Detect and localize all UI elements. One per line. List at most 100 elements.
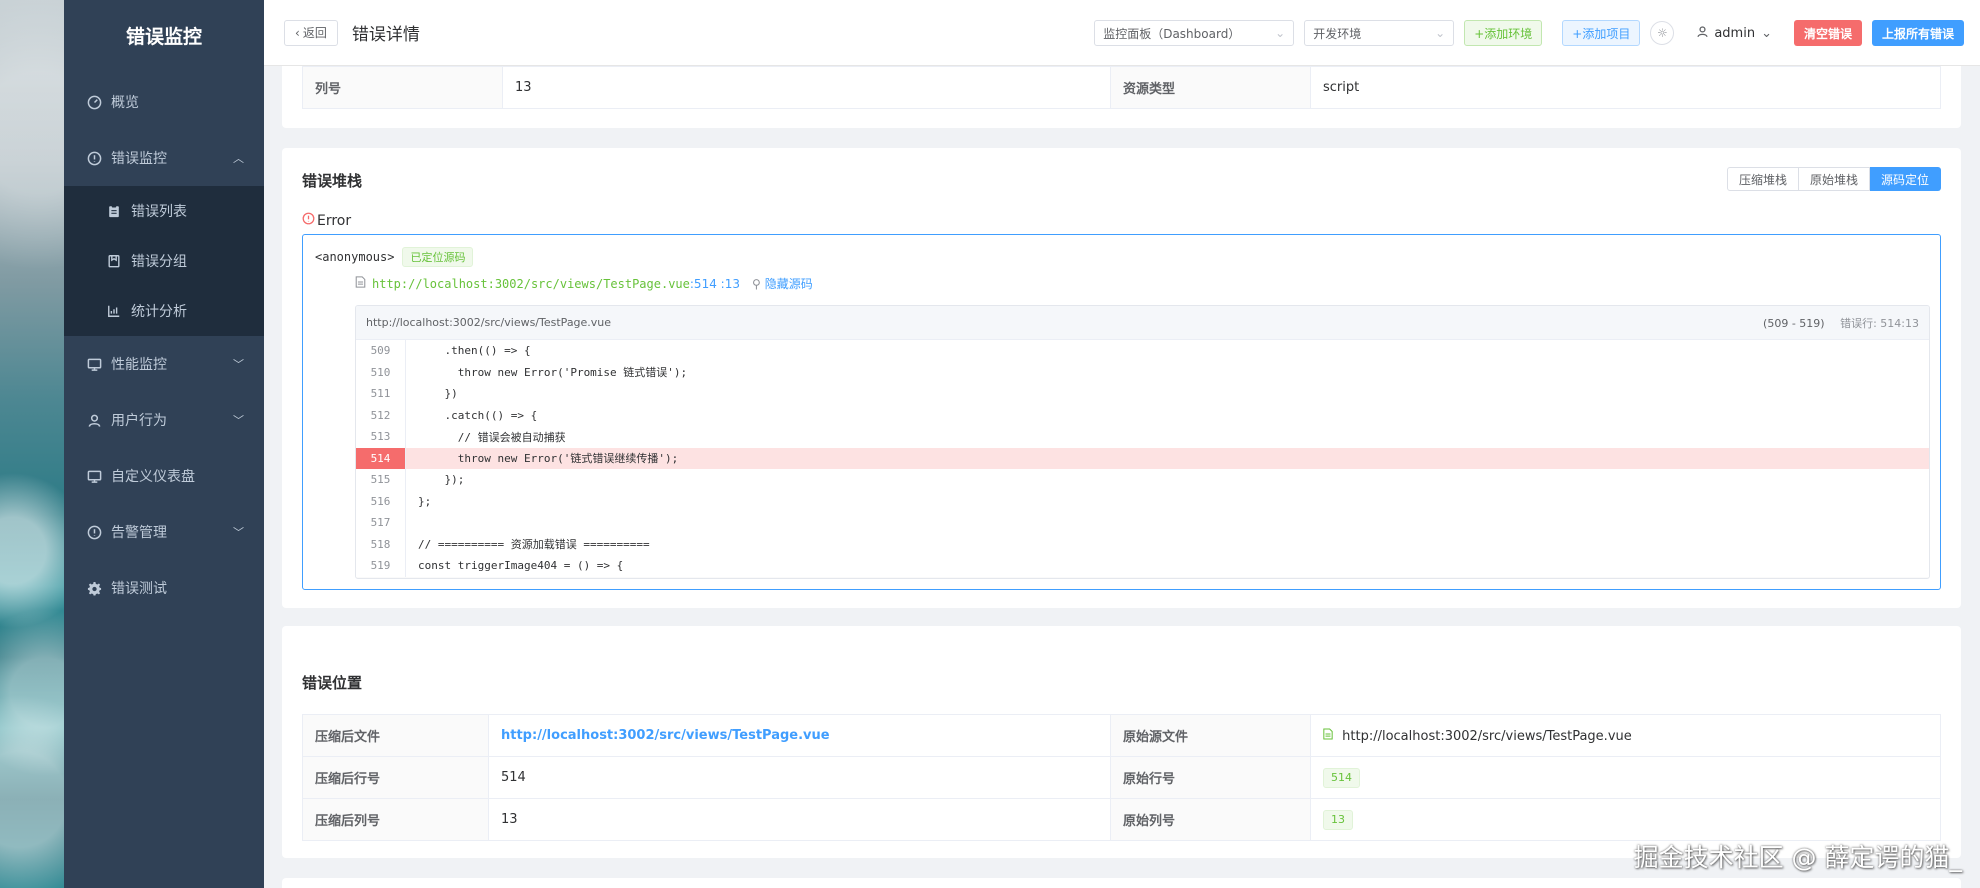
error-info-card: 列号 13 资源类型 script bbox=[282, 66, 1961, 128]
line-source: .catch(() => { bbox=[418, 408, 538, 422]
environment-select-value: 开发环境 bbox=[1313, 26, 1362, 41]
error-info-table: 列号 13 资源类型 script bbox=[302, 66, 1941, 109]
code-line: 516}; bbox=[356, 490, 1929, 512]
code-line: 512 .catch(() => { bbox=[356, 404, 1929, 426]
line-number: 519 bbox=[356, 555, 406, 577]
chevron-down-icon: ﹀ bbox=[233, 358, 244, 371]
sidebar-item-alerts[interactable]: 告警管理 ﹀ bbox=[64, 504, 264, 560]
sidebar-item-label: 告警管理 bbox=[111, 525, 167, 541]
line-number: 517 bbox=[356, 512, 406, 534]
line-number: 514 bbox=[356, 447, 406, 469]
file-icon bbox=[1323, 728, 1333, 744]
sidebar-item-overview[interactable]: 概览 bbox=[64, 74, 264, 130]
sidebar-item-label: 错误测试 bbox=[111, 581, 167, 597]
next-card bbox=[282, 878, 1961, 888]
line-source: throw new Error('链式错误继续传播'); bbox=[418, 452, 679, 466]
sidebar-item-error-list[interactable]: 错误列表 bbox=[64, 186, 264, 236]
add-project-button[interactable]: +添加项目 bbox=[1562, 20, 1641, 46]
stack-frame-location: http://localhost:3002/src/views/TestPage… bbox=[355, 275, 813, 292]
line-number: 516 bbox=[356, 490, 406, 512]
monitor-icon bbox=[86, 356, 102, 372]
sun-icon: ☼ bbox=[1656, 26, 1668, 40]
minified-line-value: 514 bbox=[488, 756, 1111, 799]
header-actions: 监控面板（Dashboard） ⌄ 开发环境 ⌄ +添加环境 +添加项目 ☼ a… bbox=[1094, 0, 1980, 66]
code-line: 519 const triggerImage404 = () => { bbox=[356, 555, 1929, 577]
sidebar-item-statistics[interactable]: 统计分析 bbox=[64, 286, 264, 336]
minified-file-label: 压缩后文件 bbox=[302, 714, 489, 757]
stack-view-tabs: 压缩堆栈 原始堆栈 源码定位 bbox=[1726, 167, 1941, 191]
sidebar-item-label: 概览 bbox=[111, 95, 139, 111]
minified-file-cell: http://localhost:3002/src/views/TestPage… bbox=[488, 714, 1111, 757]
resource-type-label: 资源类型 bbox=[1110, 66, 1311, 109]
chevron-down-icon: ⌄ bbox=[1275, 26, 1286, 40]
minified-column-label: 压缩后列号 bbox=[302, 798, 489, 841]
sidebar-item-error-test[interactable]: 错误测试 bbox=[64, 560, 264, 616]
original-file-value: http://localhost:3002/src/views/TestPage… bbox=[1342, 728, 1632, 744]
sidebar-item-performance[interactable]: 性能监控 ﹀ bbox=[64, 336, 264, 392]
sidebar-item-error-monitor[interactable]: 错误监控 ︿ bbox=[64, 130, 264, 186]
resource-type-value: script bbox=[1310, 66, 1941, 109]
tab-raw-stack[interactable]: 原始堆栈 bbox=[1798, 167, 1870, 191]
page-title: 错误详情 bbox=[351, 25, 420, 45]
line-source: throw new Error('Promise 链式错误'); bbox=[418, 366, 688, 380]
original-file-cell: http://localhost:3002/src/views/TestPage… bbox=[1310, 714, 1941, 757]
chevron-down-icon: ﹀ bbox=[233, 526, 244, 539]
original-column-cell: 13 bbox=[1310, 798, 1941, 841]
back-button[interactable]: ‹ 返回 bbox=[284, 19, 338, 46]
add-environment-button[interactable]: +添加环境 bbox=[1464, 20, 1543, 46]
code-line: 515 }); bbox=[356, 469, 1929, 491]
tab-source-location[interactable]: 源码定位 bbox=[1869, 167, 1941, 191]
report-all-errors-button[interactable]: 上报所有错误 bbox=[1871, 20, 1964, 46]
minified-file-link[interactable]: http://localhost:3002/src/views/TestPage… bbox=[501, 728, 830, 743]
error-circle-icon bbox=[302, 212, 315, 229]
frame-url-link[interactable]: http://localhost:3002/src/views/TestPage… bbox=[372, 277, 690, 291]
error-location-card: 错误位置 压缩后文件 http://localhost:3002/src/vie… bbox=[282, 626, 1961, 858]
hide-source-link[interactable]: 隐藏源码 bbox=[765, 275, 813, 292]
stack-frame-header: <anonymous> 已定位源码 bbox=[315, 247, 474, 267]
folder-icon bbox=[106, 253, 122, 269]
chevron-down-icon: ⌄ bbox=[1761, 25, 1772, 41]
dashboard-select[interactable]: 监控面板（Dashboard） ⌄ bbox=[1094, 20, 1295, 46]
line-source: // ========== 资源加载错误 ========== bbox=[418, 538, 650, 552]
code-line: 509 .then(() => { bbox=[356, 340, 1929, 362]
sidebar-item-label: 性能监控 bbox=[111, 357, 167, 373]
line-number: 512 bbox=[356, 404, 406, 426]
sidebar-item-custom-dashboard[interactable]: 自定义仪表盘 bbox=[64, 448, 264, 504]
source-code-lines: 509 .then(() => { 510 throw new Error('P… bbox=[356, 340, 1929, 577]
code-line: 511 }) bbox=[356, 383, 1929, 405]
original-line-label: 原始行号 bbox=[1110, 756, 1311, 799]
line-range: (509 - 519) bbox=[1763, 316, 1825, 330]
sidebar-item-label: 统计分析 bbox=[131, 304, 187, 320]
chevron-left-icon: ‹ bbox=[295, 25, 300, 40]
file-icon bbox=[355, 276, 366, 291]
tab-compressed-stack[interactable]: 压缩堆栈 bbox=[1726, 167, 1799, 191]
clear-errors-button[interactable]: 清空错误 bbox=[1793, 20, 1862, 46]
link-icon: ⚲ bbox=[751, 276, 761, 291]
gear-icon bbox=[86, 580, 102, 596]
line-source: // 错误会被自动捕获 bbox=[418, 430, 566, 444]
sidebar-item-user-behavior[interactable]: 用户行为 ﹀ bbox=[64, 392, 264, 448]
location-title: 错误位置 bbox=[302, 674, 363, 692]
clipboard-icon bbox=[106, 203, 122, 219]
error-stack-card: 错误堆栈 压缩堆栈 原始堆栈 源码定位 Error <anonymous> 已定… bbox=[282, 148, 1961, 608]
original-file-label: 原始源文件 bbox=[1110, 714, 1311, 757]
monitor-icon bbox=[86, 468, 102, 484]
sidebar-item-error-group[interactable]: 错误分组 bbox=[64, 236, 264, 286]
environment-select[interactable]: 开发环境 ⌄ bbox=[1304, 20, 1455, 46]
sidebar-item-label: 用户行为 bbox=[111, 413, 167, 429]
sidebar-item-label: 错误列表 bbox=[131, 204, 187, 220]
column-value: 13 bbox=[502, 66, 1111, 109]
error-name: Error bbox=[317, 212, 352, 229]
error-line-indicator: 错误行: 514:13 bbox=[1840, 316, 1919, 330]
warning-circle-icon bbox=[86, 524, 102, 540]
line-number: 511 bbox=[356, 383, 406, 405]
code-line: 517 bbox=[356, 512, 1929, 534]
located-source-tag: 已定位源码 bbox=[402, 247, 474, 267]
sidebar-item-label: 错误分组 bbox=[131, 254, 187, 270]
source-code-panel: http://localhost:3002/src/views/TestPage… bbox=[355, 305, 1930, 579]
top-header: ‹ 返回 错误详情 监控面板（Dashboard） ⌄ 开发环境 ⌄ +添加环境… bbox=[264, 0, 1980, 66]
theme-toggle-button[interactable]: ☼ bbox=[1650, 21, 1675, 45]
chevron-up-icon: ︿ bbox=[233, 152, 244, 165]
line-source: const triggerImage404 = () => { bbox=[418, 559, 624, 573]
user-menu[interactable]: admin ⌄ bbox=[1696, 25, 1772, 42]
